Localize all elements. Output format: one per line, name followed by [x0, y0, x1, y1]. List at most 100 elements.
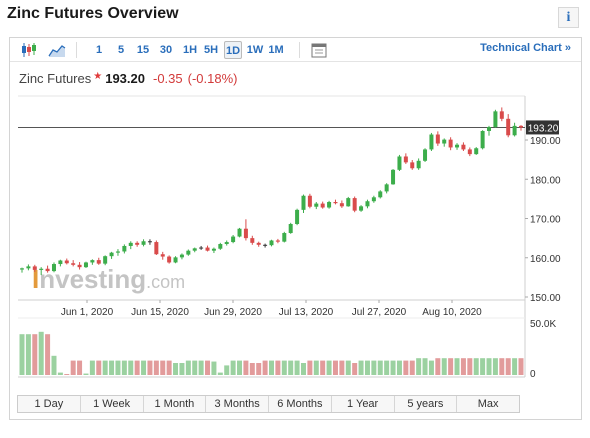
- candle-body: [154, 242, 159, 255]
- candle-body: [384, 184, 389, 192]
- volume-bar: [269, 360, 274, 375]
- volume-bar: [390, 360, 396, 375]
- candle-body: [461, 144, 466, 150]
- volume-bar: [435, 358, 441, 375]
- candle-body: [135, 242, 140, 245]
- candle-body: [314, 203, 319, 207]
- candle-body: [231, 236, 236, 243]
- last-price-badge-label: 193.20: [528, 123, 559, 134]
- volume-bar: [441, 358, 447, 375]
- volume-bar: [166, 360, 172, 375]
- volume-bar: [224, 365, 230, 375]
- volume-bar: [467, 358, 473, 375]
- range-1-month-button[interactable]: 1 Month: [144, 396, 207, 412]
- range-1-year-button[interactable]: 1 Year: [332, 396, 395, 412]
- volume-bar: [473, 358, 479, 375]
- range-1-week-button[interactable]: 1 Week: [81, 396, 144, 412]
- candle-body: [282, 233, 287, 242]
- candle-body: [192, 248, 197, 251]
- volume-bar: [486, 358, 492, 375]
- volume-bar: [115, 360, 121, 375]
- volume-bar: [141, 360, 147, 375]
- candle-body: [109, 252, 114, 257]
- volume-bar: [230, 360, 236, 375]
- candle-body: [391, 169, 396, 185]
- volume-bar: [198, 360, 204, 375]
- candle-body: [339, 203, 344, 207]
- volume-bar: [518, 358, 524, 375]
- volume-bar: [492, 358, 498, 375]
- range-max-button[interactable]: Max: [457, 396, 519, 412]
- candle-body: [307, 195, 312, 207]
- volume-bar: [256, 363, 262, 375]
- volume-bar: [345, 360, 351, 375]
- candle-body: [474, 148, 479, 155]
- volume-bar: [416, 358, 422, 375]
- volume-bar: [19, 334, 25, 375]
- price-chart[interactable]: 150.00 160.00 170.00 180.00 190.00 Jun 1, 202…: [0, 0, 590, 395]
- candle-body: [467, 149, 472, 155]
- volume-bar: [512, 358, 518, 375]
- candle-body: [45, 268, 50, 272]
- candle-body: [103, 256, 108, 264]
- volume-bar: [332, 360, 338, 375]
- candle-body: [224, 242, 229, 245]
- candle-body: [487, 127, 492, 131]
- volume-bar: [307, 360, 313, 375]
- volume-bar: [409, 360, 415, 375]
- candle-body: [423, 149, 428, 161]
- candle-body: [365, 201, 370, 207]
- volume-bar: [262, 360, 268, 375]
- candle-body: [448, 139, 453, 148]
- candle-body: [26, 266, 31, 269]
- range-3-months-button[interactable]: 3 Months: [206, 396, 269, 412]
- candle-body: [243, 228, 248, 239]
- candle-body: [58, 260, 63, 265]
- volume-bar: [237, 360, 243, 375]
- volume-bar: [313, 360, 319, 375]
- volume-bar: [275, 360, 281, 375]
- candle-body: [51, 264, 56, 272]
- volume-bar: [51, 355, 57, 375]
- range-1-day-button[interactable]: 1 Day: [18, 396, 81, 412]
- volume-bar: [153, 360, 159, 375]
- y-tick-label: 180.00: [530, 175, 561, 186]
- candle-body: [416, 160, 421, 169]
- candle-body: [333, 202, 338, 204]
- volume-bar: [38, 331, 44, 375]
- candle-body: [378, 191, 383, 198]
- x-tick-label: Jun 29, 2020: [204, 307, 262, 318]
- volume-bar: [422, 358, 428, 375]
- volume-bar: [134, 360, 140, 375]
- candle-body: [288, 223, 293, 234]
- candle-body: [397, 156, 402, 170]
- volume-bar: [505, 358, 511, 375]
- range-6-months-button[interactable]: 6 Months: [269, 396, 332, 412]
- candle-body: [211, 248, 216, 251]
- candle-body: [435, 134, 440, 144]
- volume-bar: [192, 360, 198, 375]
- volume-bar: [160, 360, 166, 375]
- volume-bar: [403, 360, 409, 375]
- candle-body: [455, 144, 460, 148]
- candle-body: [90, 260, 95, 263]
- candle-body: [499, 111, 504, 119]
- volume-bar: [89, 360, 95, 375]
- candle-body: [199, 247, 204, 249]
- candle-body: [186, 250, 191, 255]
- volume-bar: [281, 360, 287, 375]
- volume-bar: [32, 334, 38, 375]
- volume-bar: [326, 360, 332, 375]
- volume-bar: [249, 363, 255, 375]
- candle-body: [403, 156, 408, 163]
- volume-bar: [320, 360, 326, 375]
- volume-bar: [96, 360, 102, 375]
- volume-bar: [377, 360, 383, 375]
- range-5-years-button[interactable]: 5 years: [395, 396, 458, 412]
- volume-bar: [70, 360, 76, 375]
- candle-body: [128, 242, 133, 246]
- volume-bar: [211, 361, 217, 375]
- candle-body: [77, 264, 82, 268]
- candle-body: [96, 260, 101, 264]
- volume-bar: [358, 360, 364, 375]
